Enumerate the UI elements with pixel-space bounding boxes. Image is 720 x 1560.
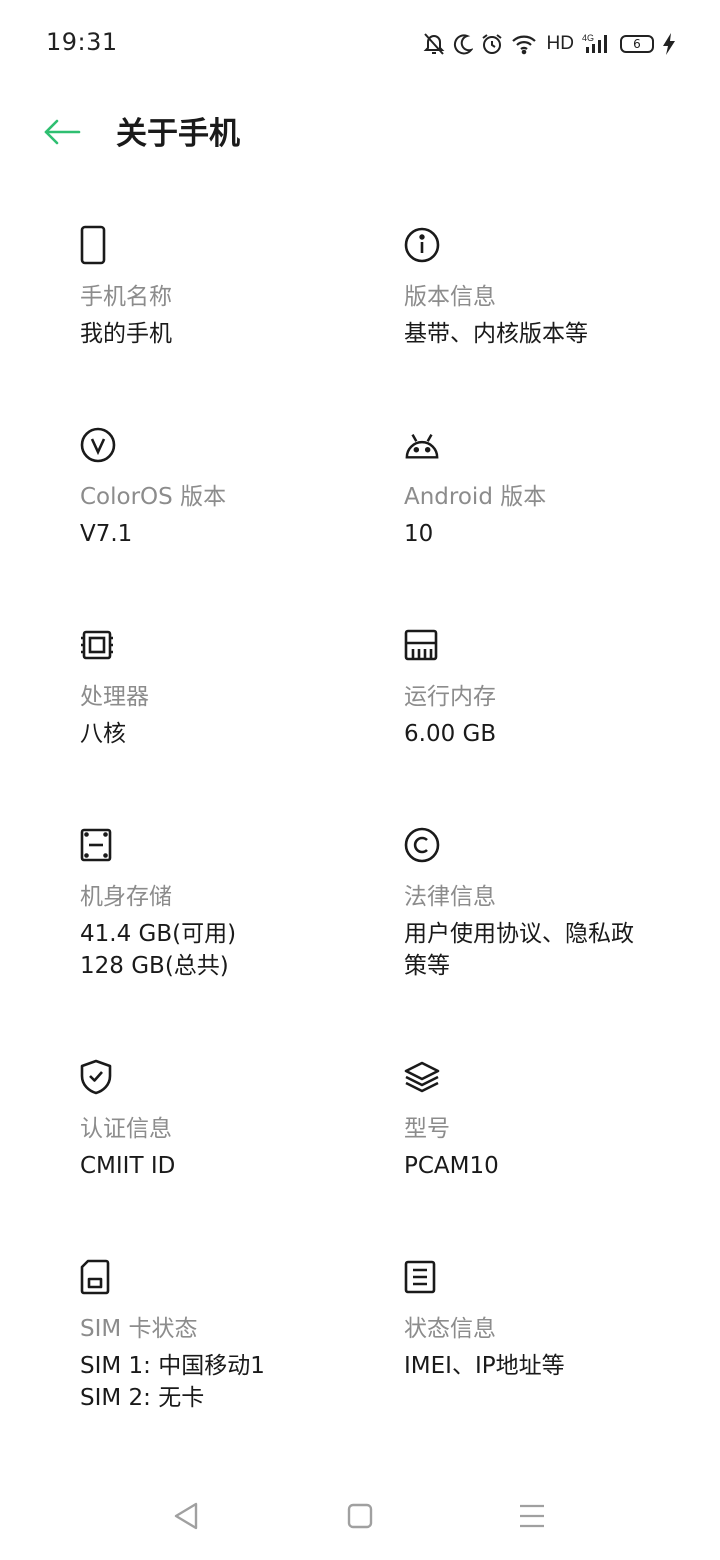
back-button[interactable] (38, 114, 86, 154)
layers-icon (404, 1056, 440, 1098)
memory-icon (404, 624, 440, 666)
item-value: 基带、内核版本等 (404, 321, 588, 347)
nav-home-button[interactable] (330, 1496, 390, 1540)
network-type-label: 4G (582, 33, 594, 43)
arrow-left-icon (43, 118, 81, 150)
item-label: SIM 卡状态 (80, 1316, 198, 1342)
copyright-icon (404, 824, 440, 866)
item-phone-name[interactable]: 手机名称 我的手机 (80, 224, 370, 350)
item-label: ColorOS 版本 (80, 484, 227, 510)
nav-back-button[interactable] (156, 1496, 216, 1540)
item-legal-info[interactable]: 法律信息 用户使用协议、隐私政 策等 (404, 824, 694, 982)
battery-level: 6 (633, 37, 641, 51)
item-value: 41.4 GB(可用) (80, 921, 237, 947)
square-home-icon (347, 1503, 373, 1533)
status-time: 19:31 (46, 28, 118, 56)
moon-icon (453, 33, 473, 55)
item-status-info[interactable]: 状态信息 IMEI、IP地址等 (404, 1256, 694, 1382)
status-icons: HD 4G 6 (423, 28, 676, 60)
menu-lines-icon (518, 1503, 546, 1533)
item-label: 处理器 (80, 684, 149, 710)
item-value: 我的手机 (80, 321, 172, 347)
android-icon (404, 424, 440, 466)
nav-menu-button[interactable] (502, 1496, 562, 1540)
item-processor[interactable]: 处理器 八核 (80, 624, 370, 750)
item-model[interactable]: 型号 PCAM10 (404, 1056, 694, 1182)
triangle-back-icon (172, 1501, 200, 1535)
item-value: SIM 1: 中国移动1 (80, 1353, 265, 1379)
charging-bolt-icon (662, 32, 676, 56)
item-value-2: SIM 2: 无卡 (80, 1385, 205, 1411)
item-label: 法律信息 (404, 884, 496, 910)
item-value-2: 128 GB(总共) (80, 953, 229, 979)
item-label: 型号 (404, 1116, 450, 1142)
item-android-version[interactable]: Android 版本 10 (404, 424, 694, 550)
shield-check-icon (80, 1056, 116, 1098)
battery-icon: 6 (620, 35, 654, 53)
item-label: Android 版本 (404, 484, 547, 510)
alarm-icon (481, 33, 503, 55)
phone-icon (80, 224, 116, 266)
storage-icon (80, 824, 116, 866)
item-ram[interactable]: 运行内存 6.00 GB (404, 624, 694, 750)
coloros-v-icon (80, 424, 116, 466)
page-title: 关于手机 (116, 116, 240, 152)
item-label: 认证信息 (80, 1116, 172, 1142)
item-value: IMEI、IP地址等 (404, 1353, 565, 1379)
item-value: V7.1 (80, 521, 133, 547)
item-value: 八核 (80, 721, 126, 747)
item-label: 版本信息 (404, 284, 496, 310)
document-icon (404, 1256, 440, 1298)
item-label: 机身存储 (80, 884, 172, 910)
item-value-2: 策等 (404, 953, 450, 979)
sim-card-icon (80, 1256, 116, 1298)
signal-icon: 4G (582, 32, 612, 56)
status-bar: 19:31 HD 4G 6 (0, 0, 720, 88)
wifi-icon (511, 33, 539, 55)
navigation-bar (0, 1480, 720, 1560)
processor-icon (80, 624, 116, 666)
bell-off-icon (423, 32, 445, 56)
item-value: PCAM10 (404, 1153, 499, 1179)
item-coloros-version[interactable]: ColorOS 版本 V7.1 (80, 424, 370, 550)
item-label: 手机名称 (80, 284, 172, 310)
hd-indicator: HD (546, 33, 574, 54)
info-icon (404, 224, 440, 266)
item-sim-status[interactable]: SIM 卡状态 SIM 1: 中国移动1 SIM 2: 无卡 (80, 1256, 370, 1414)
app-bar: 关于手机 (0, 88, 720, 180)
item-label: 状态信息 (404, 1316, 496, 1342)
item-label: 运行内存 (404, 684, 496, 710)
item-storage[interactable]: 机身存储 41.4 GB(可用) 128 GB(总共) (80, 824, 370, 982)
item-certification[interactable]: 认证信息 CMIIT ID (80, 1056, 370, 1182)
item-version-info[interactable]: 版本信息 基带、内核版本等 (404, 224, 694, 350)
item-value: 6.00 GB (404, 721, 497, 747)
item-value: 用户使用协议、隐私政 (404, 921, 634, 947)
item-value: 10 (404, 521, 434, 547)
item-value: CMIIT ID (80, 1153, 176, 1179)
